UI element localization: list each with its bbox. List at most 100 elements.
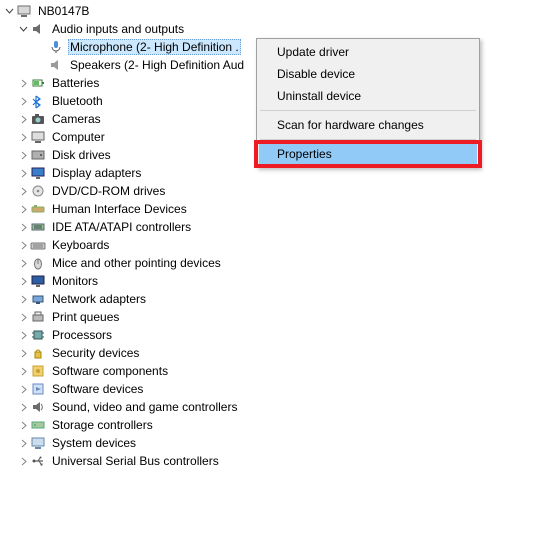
ide-ata-atapi-controllers-icon (30, 219, 46, 235)
tree-item-label: Mice and other pointing devices (50, 255, 223, 271)
tree-item-mice-and-other-pointing-devices[interactable]: Mice and other pointing devices (0, 254, 539, 272)
menu-item-uninstall-device[interactable]: Uninstall device (259, 85, 477, 107)
tree-item-label: Cameras (50, 111, 103, 127)
menu-separator (260, 139, 476, 140)
tree-item-ide-ata-atapi-controllers[interactable]: IDE ATA/ATAPI controllers (0, 218, 539, 236)
menu-item-disable-device[interactable]: Disable device (259, 63, 477, 85)
tree-item-security-devices[interactable]: Security devices (0, 344, 539, 362)
chevron-right-icon[interactable] (16, 382, 30, 396)
chevron-right-icon[interactable] (16, 112, 30, 126)
chevron-right-icon[interactable] (16, 256, 30, 270)
chevron-right-icon[interactable] (16, 454, 30, 468)
root-label: NB0147B (36, 3, 91, 19)
tree-item-print-queues[interactable]: Print queues (0, 308, 539, 326)
menu-item-update-driver[interactable]: Update driver (259, 41, 477, 63)
cameras-icon (30, 111, 46, 127)
chevron-right-icon[interactable] (16, 346, 30, 360)
universal-serial-bus-controllers-icon (30, 453, 46, 469)
network-adapters-icon (30, 291, 46, 307)
software-components-icon (30, 363, 46, 379)
chevron-right-icon[interactable] (16, 76, 30, 90)
batteries-icon (30, 75, 46, 91)
disk-drives-icon (30, 147, 46, 163)
tree-item-label: Monitors (50, 273, 100, 289)
mice-and-other-pointing-devices-icon (30, 255, 46, 271)
tree-item-processors[interactable]: Processors (0, 326, 539, 344)
monitors-icon (30, 273, 46, 289)
tree-item-monitors[interactable]: Monitors (0, 272, 539, 290)
tree-item-system-devices[interactable]: System devices (0, 434, 539, 452)
tree-item-label: Storage controllers (50, 417, 155, 433)
tree-item-universal-serial-bus-controllers[interactable]: Universal Serial Bus controllers (0, 452, 539, 470)
chevron-right-icon[interactable] (16, 364, 30, 378)
tree-item-label: Computer (50, 129, 107, 145)
speaker-icon (30, 21, 46, 37)
chevron-right-icon[interactable] (16, 328, 30, 342)
tree-item-label: Software devices (50, 381, 145, 397)
tree-item-label: Microphone (2- High Definition . (68, 39, 241, 55)
tree-item-label: Network adapters (50, 291, 148, 307)
tree-item-label: Universal Serial Bus controllers (50, 453, 221, 469)
chevron-right-icon[interactable] (16, 310, 30, 324)
tree-item-label: Keyboards (50, 237, 111, 253)
tree-item-label: Software components (50, 363, 170, 379)
chevron-right-icon[interactable] (16, 130, 30, 144)
tree-item-label: Sound, video and game controllers (50, 399, 239, 415)
sound-video-and-game-controllers-icon (30, 399, 46, 415)
chevron-right-icon[interactable] (16, 436, 30, 450)
tree-item-dvd-cd-rom-drives[interactable]: DVD/CD-ROM drives (0, 182, 539, 200)
chevron-right-icon[interactable] (16, 148, 30, 162)
tree-item-label: Human Interface Devices (50, 201, 189, 217)
tree-item-label: System devices (50, 435, 138, 451)
tree-item-label: Bluetooth (50, 93, 105, 109)
tree-item-label: Display adapters (50, 165, 143, 181)
security-devices-icon (30, 345, 46, 361)
chevron-right-icon[interactable] (16, 418, 30, 432)
bluetooth-icon (30, 93, 46, 109)
chevron-right-icon[interactable] (16, 202, 30, 216)
tree-item-human-interface-devices[interactable]: Human Interface Devices (0, 200, 539, 218)
chevron-down-icon[interactable] (16, 22, 30, 36)
tree-item-storage-controllers[interactable]: Storage controllers (0, 416, 539, 434)
tree-item-label: Batteries (50, 75, 101, 91)
chevron-right-icon[interactable] (16, 292, 30, 306)
microphone-icon (48, 39, 64, 55)
tree-item-sound-video-and-game-controllers[interactable]: Sound, video and game controllers (0, 398, 539, 416)
chevron-down-icon[interactable] (2, 4, 16, 18)
human-interface-devices-icon (30, 201, 46, 217)
tree-item-label: DVD/CD-ROM drives (50, 183, 167, 199)
system-devices-icon (30, 435, 46, 451)
chevron-right-icon[interactable] (16, 94, 30, 108)
print-queues-icon (30, 309, 46, 325)
menu-separator (260, 110, 476, 111)
chevron-right-icon[interactable] (16, 400, 30, 414)
tree-item-label: Print queues (50, 309, 121, 325)
software-devices-icon (30, 381, 46, 397)
chevron-right-icon[interactable] (16, 184, 30, 198)
speaker-icon (48, 57, 64, 73)
keyboards-icon (30, 237, 46, 253)
tree-item-label: Security devices (50, 345, 141, 361)
tree-item-software-devices[interactable]: Software devices (0, 380, 539, 398)
display-adapters-icon (30, 165, 46, 181)
tree-item-label: Audio inputs and outputs (50, 21, 186, 37)
context-menu: Update driver Disable device Uninstall d… (256, 38, 480, 168)
tree-item-software-components[interactable]: Software components (0, 362, 539, 380)
tree-item-audio[interactable]: Audio inputs and outputs (0, 20, 539, 38)
tree-item-label: Speakers (2- High Definition Aud (68, 57, 246, 73)
storage-controllers-icon (30, 417, 46, 433)
dvd-cd-rom-drives-icon (30, 183, 46, 199)
tree-root-row[interactable]: NB0147B (0, 2, 539, 20)
tree-item-network-adapters[interactable]: Network adapters (0, 290, 539, 308)
chevron-right-icon[interactable] (16, 166, 30, 180)
menu-item-scan-hardware[interactable]: Scan for hardware changes (259, 114, 477, 136)
chevron-right-icon[interactable] (16, 220, 30, 234)
chevron-right-icon[interactable] (16, 238, 30, 252)
computer-icon (16, 3, 32, 19)
menu-item-properties[interactable]: Properties (259, 143, 477, 165)
chevron-right-icon[interactable] (16, 274, 30, 288)
tree-item-label: Processors (50, 327, 114, 343)
computer-icon (30, 129, 46, 145)
tree-item-keyboards[interactable]: Keyboards (0, 236, 539, 254)
processors-icon (30, 327, 46, 343)
